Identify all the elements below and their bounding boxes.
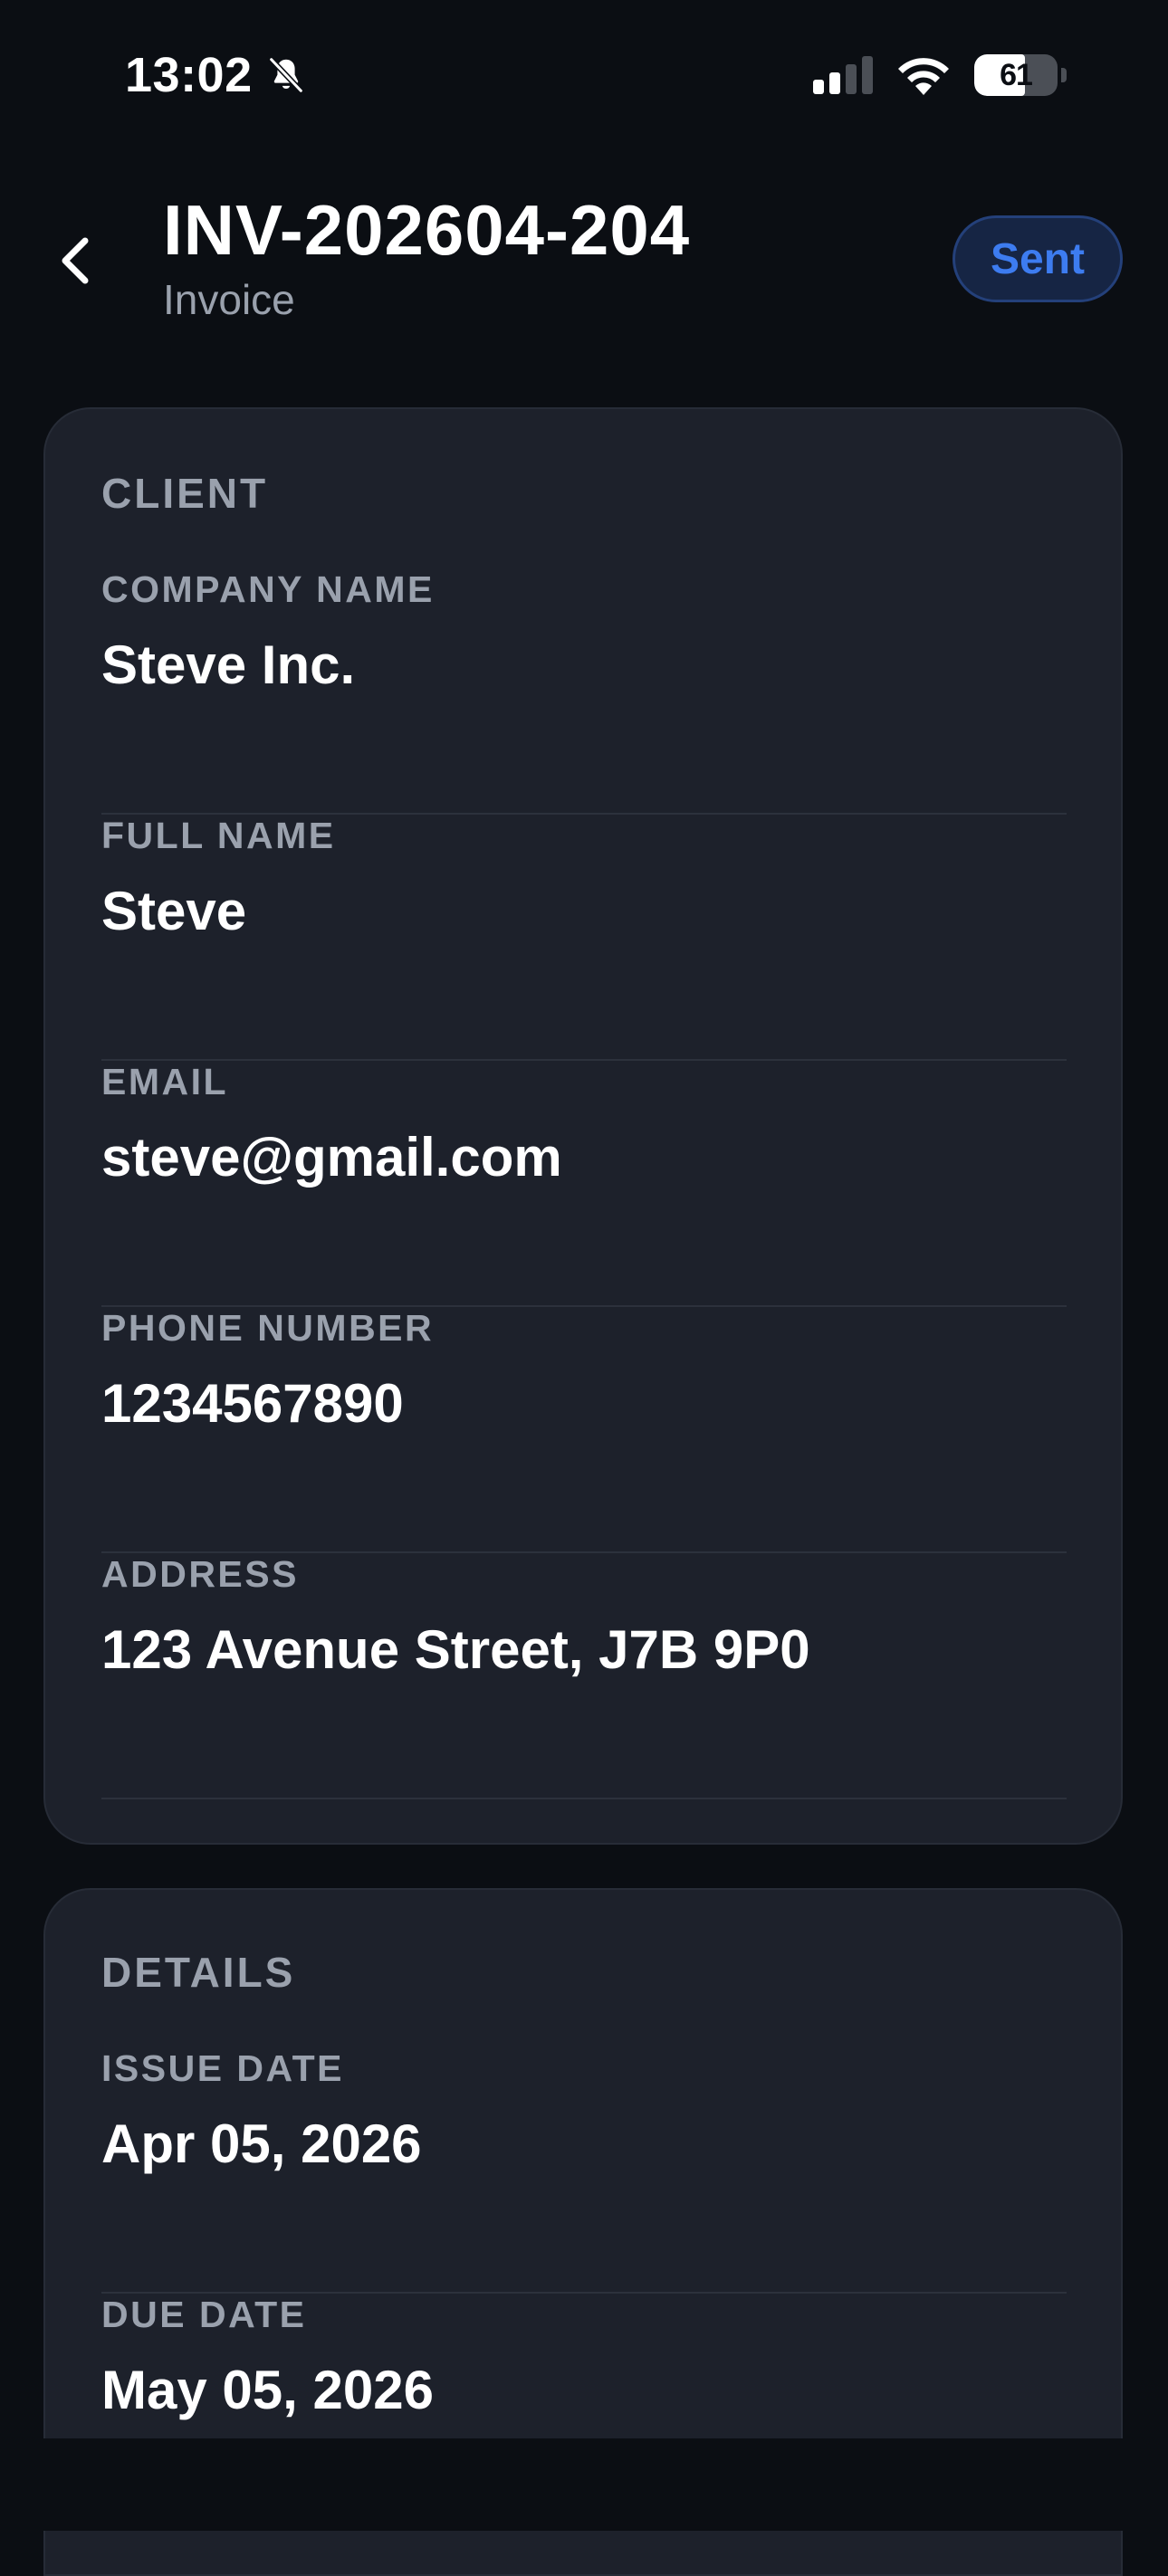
status-time: 13:02 xyxy=(125,48,253,102)
field-label: DUE DATE xyxy=(101,2294,307,2335)
status-badge: Sent xyxy=(953,215,1123,302)
bottom-bar xyxy=(0,2438,1168,2531)
field-value: Steve xyxy=(101,881,247,941)
field-issue-date: ISSUE DATE Apr 05, 2026 xyxy=(101,2047,1067,2294)
chevron-left-icon xyxy=(62,237,89,284)
field-value: May 05, 2026 xyxy=(101,2360,434,2420)
field-label: ADDRESS xyxy=(101,1553,299,1595)
details-section-title: DETAILS xyxy=(101,1949,296,1996)
title-block: INV-202604-204 Invoice xyxy=(163,190,691,324)
field-company-name: COMPANY NAME Steve Inc. xyxy=(101,568,1067,815)
field-label: COMPANY NAME xyxy=(101,568,435,610)
field-label: ISSUE DATE xyxy=(101,2047,344,2089)
field-email: EMAIL steve@gmail.com xyxy=(101,1061,1067,1307)
battery-icon: 61 xyxy=(974,54,1058,96)
wifi-icon xyxy=(898,58,949,95)
battery-nub xyxy=(1061,68,1067,82)
back-button[interactable] xyxy=(47,232,105,290)
invoice-header: INV-202604-204 Invoice Sent xyxy=(0,181,1168,362)
bell-slash-icon xyxy=(268,56,303,94)
status-indicators: 61 xyxy=(813,54,1067,96)
client-card: CLIENT COMPANY NAME Steve Inc. FULL NAME… xyxy=(43,407,1123,1845)
field-full-name: FULL NAME Steve xyxy=(101,815,1067,1061)
field-label: FULL NAME xyxy=(101,815,336,856)
field-label: PHONE NUMBER xyxy=(101,1307,435,1349)
field-label: EMAIL xyxy=(101,1061,229,1102)
field-address: ADDRESS 123 Avenue Street, J7B 9P0 xyxy=(101,1553,1067,1799)
page-title: INV-202604-204 xyxy=(163,190,691,270)
field-value: 1234567890 xyxy=(101,1373,404,1434)
field-value: Apr 05, 2026 xyxy=(101,2113,422,2174)
client-section-title: CLIENT xyxy=(101,470,269,517)
field-value: Steve Inc. xyxy=(101,634,356,695)
status-bar: 13:02 61 xyxy=(0,0,1168,163)
page-subtitle: Invoice xyxy=(163,275,295,323)
field-value: 123 Avenue Street, J7B 9P0 xyxy=(101,1619,810,1680)
battery-percentage: 61 xyxy=(1000,57,1033,92)
field-phone-number: PHONE NUMBER 1234567890 xyxy=(101,1307,1067,1553)
cellular-signal-icon xyxy=(813,56,873,94)
field-value: steve@gmail.com xyxy=(101,1127,562,1188)
status-time-group: 13:02 xyxy=(125,47,307,103)
